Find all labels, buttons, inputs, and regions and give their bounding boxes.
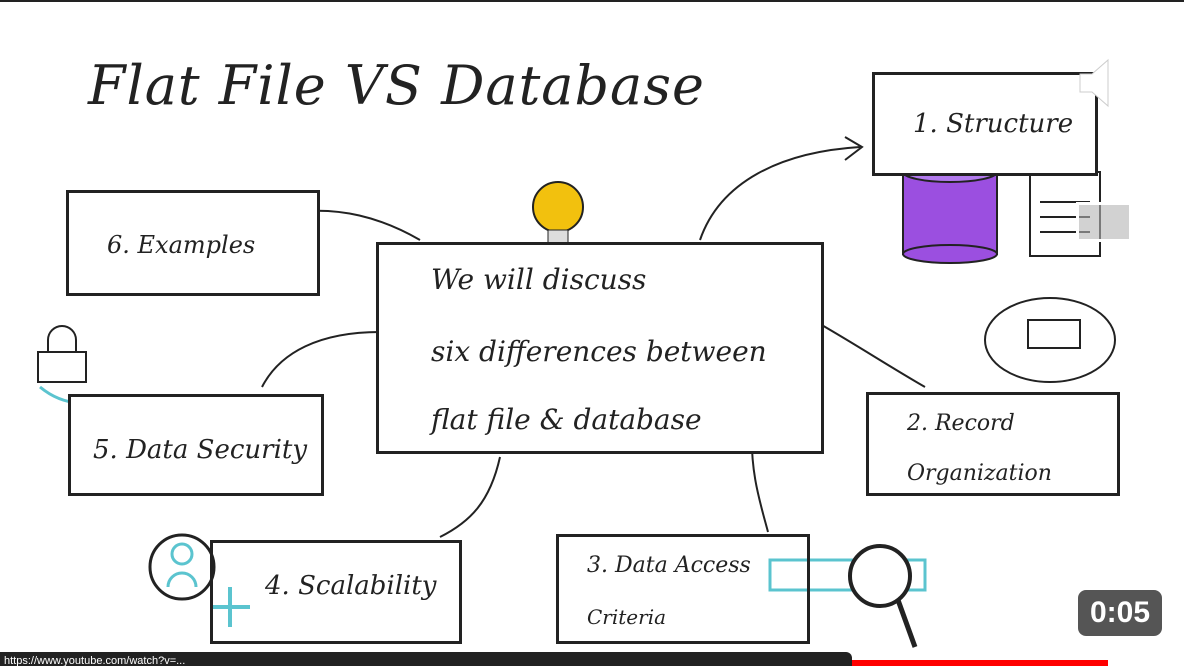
bulb-icon xyxy=(532,181,584,247)
lock-icon xyxy=(37,325,126,405)
center-box: We will discuss six differences between … xyxy=(376,242,824,454)
item-data-security: 5. Data Security xyxy=(68,394,324,496)
video-progress-bar[interactable] xyxy=(852,660,1108,666)
arrow-structure xyxy=(699,146,861,241)
arrow-security xyxy=(261,331,381,388)
volume-icon[interactable] xyxy=(1078,58,1132,108)
item-structure: 1. Structure xyxy=(872,72,1098,176)
database-icon xyxy=(902,161,998,264)
video-frame[interactable]: Flat File VS Database 1. Structure 6. Ex… xyxy=(0,0,1184,666)
arrow-scalability xyxy=(439,456,501,538)
arrow-record xyxy=(819,323,926,388)
video-timestamp: 0:05 xyxy=(1077,590,1162,636)
item-record-organization: 2. Record Organization xyxy=(866,392,1120,496)
slide-title: Flat File VS Database xyxy=(88,54,705,117)
item-scalability: 4. Scalability xyxy=(210,540,462,644)
thought-bubble-icon xyxy=(984,297,1116,383)
item-examples: 6. Examples xyxy=(66,190,320,296)
item-data-access-criteria: 3. Data Access Criteria xyxy=(556,534,810,644)
captions-icon[interactable] xyxy=(1076,202,1132,242)
